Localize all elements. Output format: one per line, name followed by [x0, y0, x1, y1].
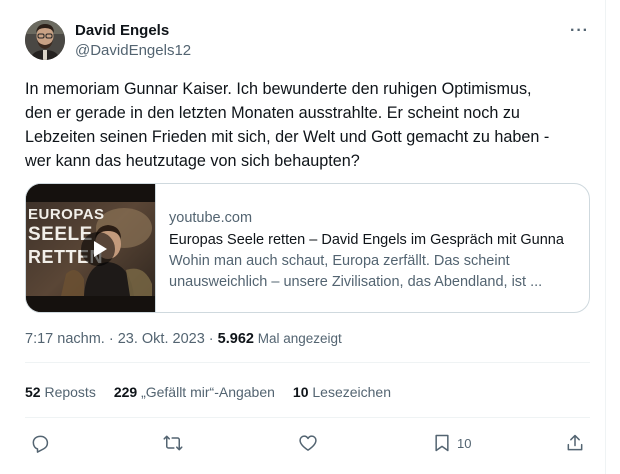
view-count: 5.962: [217, 331, 254, 347]
bookmark-icon: [435, 434, 449, 452]
divider: [25, 417, 590, 418]
bookmark-count: 10: [457, 435, 472, 451]
tweet-text-line: wer kann das heutzutage von sich behaupt…: [25, 152, 360, 170]
link-title: Europas Seele retten – David Engels im G…: [169, 232, 564, 248]
views-label: Mal angezeigt: [253, 331, 342, 346]
link-description-line: Wohin man auch schaut, Europa zerfällt. …: [169, 253, 510, 269]
tweet-text-line: In memoriam Gunnar Kaiser. Ich bewundert…: [25, 80, 532, 98]
tweet-text-line: Lebzeiten seinen Frieden mit sich, der W…: [25, 128, 550, 146]
bookmarks-stat[interactable]: 10 Lesezeichen: [293, 384, 391, 400]
author-name[interactable]: David Engels: [75, 22, 169, 39]
link-card-meta: youtube.com Europas Seele retten – David…: [169, 208, 579, 293]
share-button[interactable]: [565, 432, 585, 454]
tweet-text: In memoriam Gunnar Kaiser. Ich bewundert…: [25, 77, 595, 173]
bookmarks-count: 10: [292, 384, 309, 400]
separator: ·: [104, 331, 118, 347]
heart-icon: [299, 435, 317, 451]
bookmark-button[interactable]: 10: [432, 432, 471, 454]
share-icon: [567, 434, 583, 451]
tweet-card: David Engels @DavidEngels12 ··· In memor…: [0, 0, 606, 474]
likes-count: 229: [113, 384, 138, 400]
play-icon[interactable]: [81, 232, 115, 266]
reply-button[interactable]: [30, 432, 50, 454]
repost-icon: [163, 435, 183, 451]
thumbnail-text: EUROPAS: [28, 206, 105, 223]
repost-button[interactable]: [163, 432, 183, 454]
likes-label: „Gefällt mir“-Angaben: [137, 384, 275, 400]
divider: [25, 362, 590, 363]
tweet-date[interactable]: 23. Okt. 2023: [118, 331, 205, 347]
more-options-icon[interactable]: ···: [570, 22, 589, 40]
video-thumbnail[interactable]: EUROPAS SEELE RETTEN: [26, 184, 156, 312]
tweet-timestamp: 7:17 nachm. · 23. Okt. 2023 · 5.962 Mal …: [25, 331, 342, 347]
likes-stat[interactable]: 229 „Gefällt mir“-Angaben: [114, 384, 275, 400]
separator: ·: [204, 331, 218, 347]
tweet-time[interactable]: 7:17 nachm.: [25, 331, 105, 347]
link-domain: youtube.com: [169, 210, 253, 226]
engagement-stats: 52 Reposts 229 „Gefällt mir“-Angaben 10 Le…: [25, 384, 409, 400]
reposts-label: Reposts: [40, 384, 96, 400]
tweet-text-line: den er gerade in den letzten Monaten aus…: [25, 104, 520, 122]
avatar[interactable]: [25, 20, 65, 60]
reply-icon: [32, 435, 49, 453]
reposts-stat[interactable]: 52 Reposts: [25, 384, 96, 400]
reposts-count: 52: [25, 384, 41, 400]
link-preview-card[interactable]: EUROPAS SEELE RETTEN youtube.com Europas…: [25, 183, 590, 313]
author-handle[interactable]: @DavidEngels12: [75, 42, 191, 59]
like-button[interactable]: [298, 432, 318, 454]
bookmarks-label: Lesezeichen: [308, 384, 391, 400]
link-description-line: unausweichlich – unsere Zivilisation, da…: [169, 274, 543, 290]
